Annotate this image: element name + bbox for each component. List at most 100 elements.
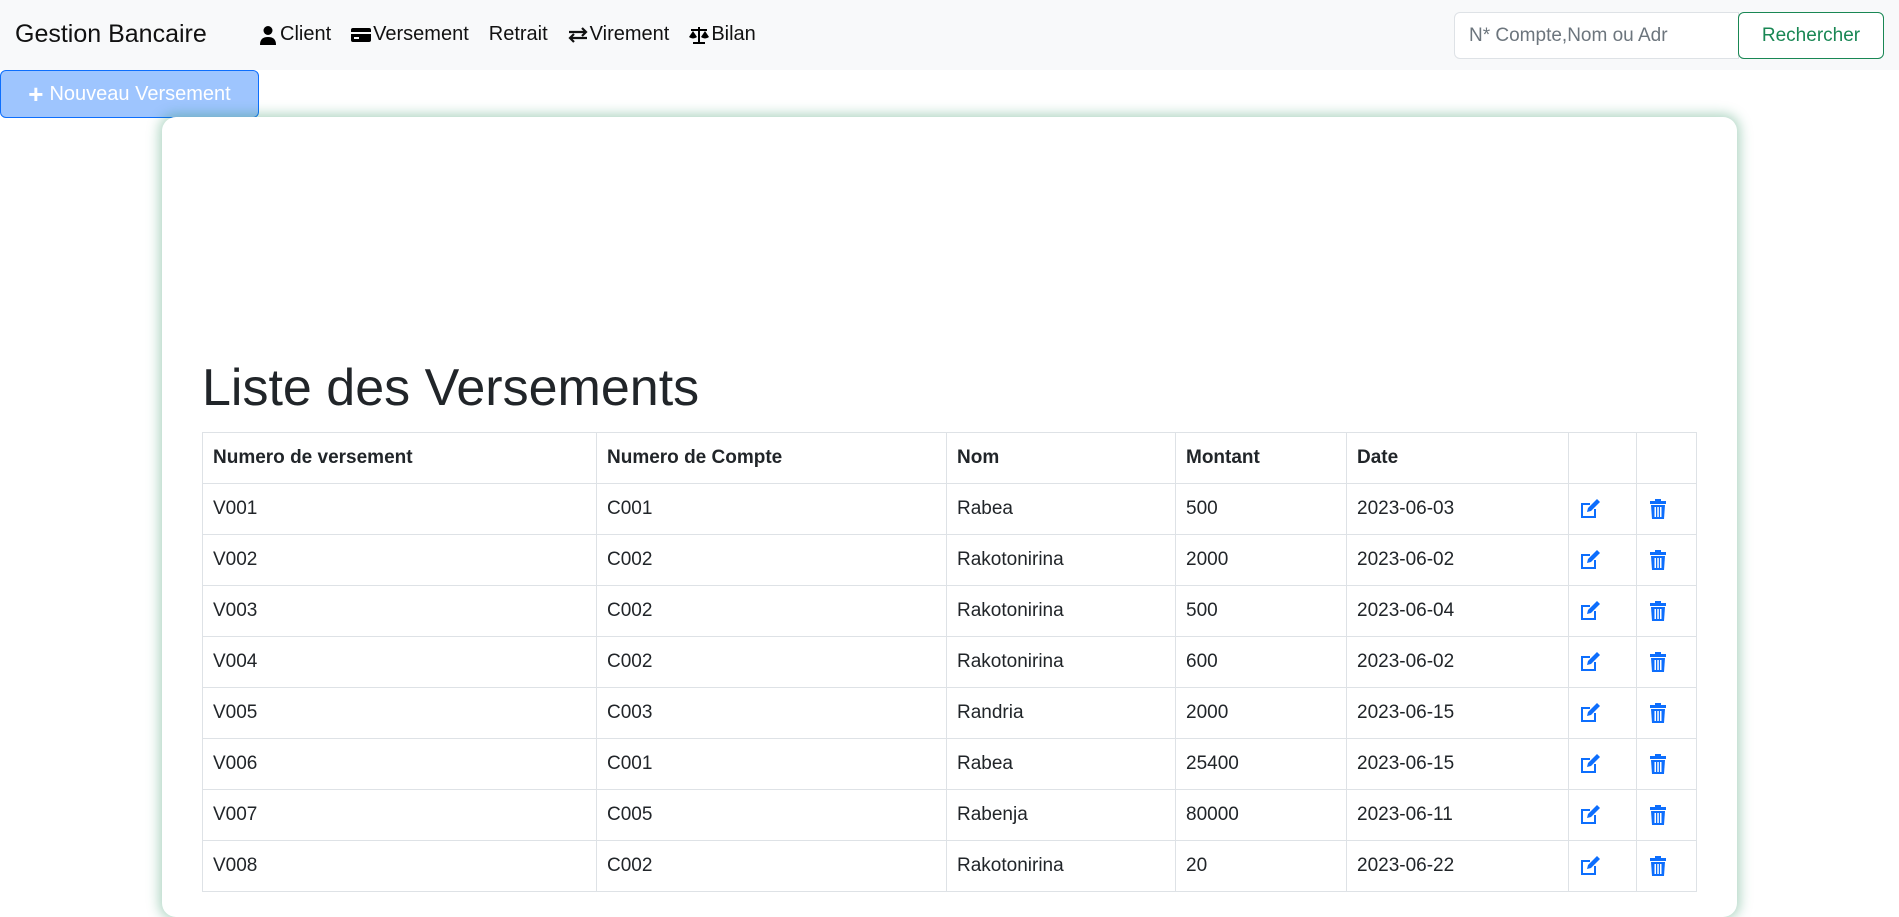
table-cell: 500 [1175,585,1347,637]
trash-icon[interactable] [1647,855,1686,877]
table-cell: V004 [202,636,597,688]
user-icon [260,25,276,45]
trash-icon[interactable] [1647,498,1686,520]
table-cell: V003 [202,585,597,637]
nav-label: Virement [589,23,670,45]
table-header: Numero de versement Numero de Compte Nom… [202,432,1697,484]
table-cell: C002 [596,534,947,586]
table-row: V004 C002 Rakotonirina 600 2023-06-02 [202,636,1697,688]
table-cell: 2023-06-15 [1346,687,1569,739]
delete-cell [1636,687,1697,739]
nav-label: Retrait [488,23,548,45]
table-row: V007 C005 Rabenja 80000 2023-06-11 [202,789,1697,841]
edit-cell [1568,738,1637,790]
nav-retrait[interactable]: Retrait [489,23,548,46]
col-header-delete [1636,432,1697,484]
delete-cell [1636,483,1697,535]
table-cell: C005 [596,789,947,841]
table-cell: Rabea [946,483,1176,535]
brand[interactable]: Gestion Bancaire [15,20,207,49]
trash-icon[interactable] [1647,702,1686,724]
nav-bilan[interactable]: Bilan [689,23,756,46]
edit-icon[interactable] [1579,498,1626,520]
table-cell: 2023-06-02 [1346,636,1569,688]
edit-icon[interactable] [1579,804,1626,826]
col-header-edit [1568,432,1637,484]
edit-cell [1568,789,1637,841]
table-cell: 2023-06-11 [1346,789,1569,841]
table-cell: Rakotonirina [946,585,1176,637]
col-header: Nom [946,432,1176,484]
table-cell: 25400 [1175,738,1347,790]
edit-icon[interactable] [1579,600,1626,622]
delete-cell [1636,840,1697,892]
table-cell: 2023-06-22 [1346,840,1569,892]
table-row: V002 C002 Rakotonirina 2000 2023-06-02 [202,534,1697,586]
delete-cell [1636,738,1697,790]
nav-client[interactable]: Client [258,23,331,46]
edit-cell [1568,483,1637,535]
table-cell: 2023-06-02 [1346,534,1569,586]
col-header: Numero de versement [202,432,597,484]
page-title: Liste des Versements [202,359,700,417]
plus-icon: + [28,78,44,109]
table-cell: V006 [202,738,597,790]
nav-virement[interactable]: Virement [568,23,670,46]
new-versement-label: Nouveau Versement [49,82,231,105]
table-cell: 2000 [1175,534,1347,586]
nav-label: Bilan [711,23,756,45]
edit-icon[interactable] [1579,651,1626,673]
table-cell: Rakotonirina [946,840,1176,892]
versements-table: Numero de versement Numero de Compte Nom… [202,432,1697,892]
edit-cell [1568,840,1637,892]
table-row: V005 C003 Randria 2000 2023-06-15 [202,687,1697,739]
edit-cell [1568,585,1637,637]
table-cell: V005 [202,687,597,739]
table-row: V001 C001 Rabea 500 2023-06-03 [202,483,1697,535]
table-cell: 80000 [1175,789,1347,841]
table-cell: V007 [202,789,597,841]
trash-icon[interactable] [1647,753,1686,775]
table-cell: 500 [1175,483,1347,535]
table-cell: 2023-06-03 [1346,483,1569,535]
table-cell: 2023-06-04 [1346,585,1569,637]
nav-versement[interactable]: Versement [351,23,469,46]
col-header: Date [1346,432,1569,484]
edit-icon[interactable] [1579,855,1626,877]
search-input[interactable] [1454,12,1739,59]
search-button[interactable]: Rechercher [1738,12,1884,59]
navbar: Gestion Bancaire Client Versement Retrai… [0,0,1899,70]
table-row: V003 C002 Rakotonirina 500 2023-06-04 [202,585,1697,637]
table-cell: Rabenja [946,789,1176,841]
trash-icon[interactable] [1647,651,1686,673]
edit-icon[interactable] [1579,702,1626,724]
table-cell: C002 [596,840,947,892]
delete-cell [1636,585,1697,637]
nav-label: Versement [373,23,469,45]
trash-icon[interactable] [1647,804,1686,826]
edit-cell [1568,534,1637,586]
table-cell: C001 [596,483,947,535]
table-cell: Rakotonirina [946,534,1176,586]
table-cell: C001 [596,738,947,790]
trash-icon[interactable] [1647,600,1686,622]
table-cell: C002 [596,585,947,637]
new-versement-button[interactable]: + Nouveau Versement [0,70,259,118]
edit-icon[interactable] [1579,753,1626,775]
table-cell: C002 [596,636,947,688]
table-cell: 600 [1175,636,1347,688]
credit-card-icon [351,27,372,42]
edit-icon[interactable] [1579,549,1626,571]
table-cell: 2023-06-15 [1346,738,1569,790]
table-cell: C003 [596,687,947,739]
balance-scale-icon [689,26,710,44]
edit-cell [1568,636,1637,688]
table-cell: 20 [1175,840,1347,892]
table-cell: Rabea [946,738,1176,790]
table-cell: V008 [202,840,597,892]
nav-links: Client Versement Retrait Virement Bilan [258,23,756,46]
trash-icon[interactable] [1647,549,1686,571]
table-cell: V002 [202,534,597,586]
col-header: Montant [1175,432,1347,484]
nav-label: Client [280,23,332,45]
